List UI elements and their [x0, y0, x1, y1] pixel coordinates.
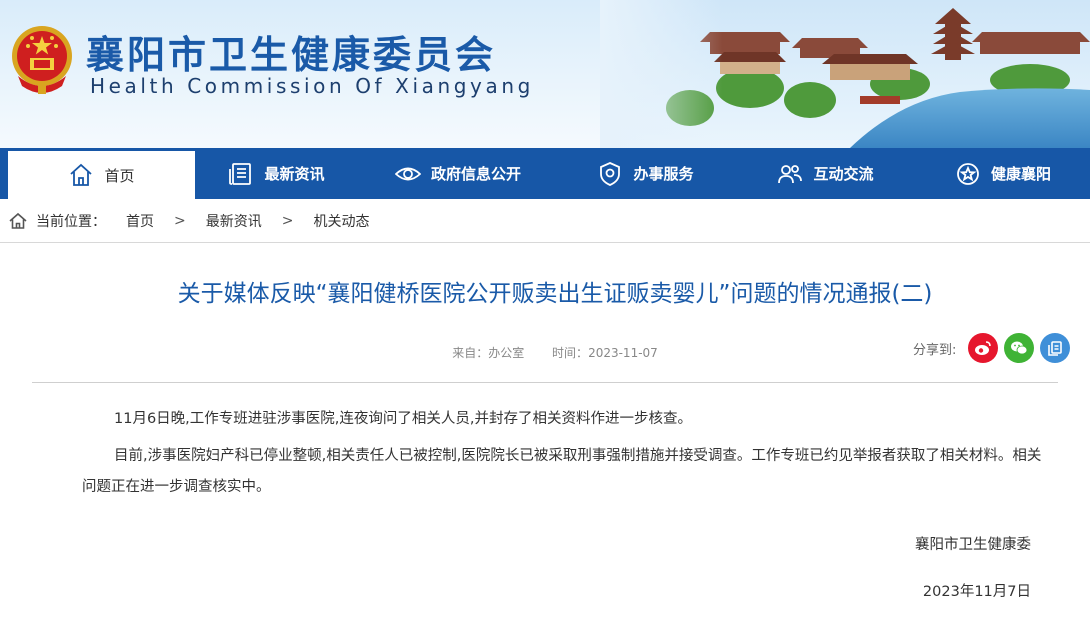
nav-item-services[interactable]: 办事服务 [558, 148, 733, 199]
star-badge-icon [957, 162, 979, 185]
home-icon [70, 163, 93, 186]
main-nav: 首页 最新资讯 政府信息公开 办事服务 互动交流 健康襄阳 [0, 148, 1090, 199]
nav-label-home: 首页 [104, 166, 135, 185]
share-copy-button[interactable] [1040, 333, 1071, 363]
breadcrumb: 当前位置： 首页 > 最新资讯 > 机关动态 [0, 199, 1090, 243]
article-paragraph: 11月6日晚,工作专班进驻涉事医院,连夜询问了相关人员,并封存了相关资料作进一步… [114, 411, 692, 427]
wechat-icon [1011, 341, 1028, 355]
shield-icon [600, 161, 621, 186]
article-signature: 襄阳市卫生健康委 [915, 537, 1031, 553]
article-body: 11月6日晚,工作专班进驻涉事医院,连夜询问了相关人员,并封存了相关资料作进一步… [82, 404, 1042, 509]
nav-item-home[interactable]: 首页 [8, 148, 195, 199]
breadcrumb-agency-news-link[interactable]: 机关动态 [313, 211, 369, 231]
share-bar: 分享到: [913, 333, 1071, 363]
copy-icon [1048, 341, 1063, 356]
article-time: 时间：2023-11-07 [552, 346, 658, 360]
users-icon [778, 164, 803, 183]
article-divider [32, 382, 1058, 383]
article-date: 2023年11月7日 [922, 584, 1031, 600]
city-scenery-banner [600, 0, 1090, 148]
breadcrumb-separator: > [281, 212, 294, 229]
nav-item-gov-info[interactable]: 政府信息公开 [358, 148, 558, 199]
breadcrumb-home-link[interactable]: 首页 [126, 211, 154, 231]
nav-label-services: 办事服务 [633, 165, 694, 183]
nav-item-news[interactable]: 最新资讯 [195, 148, 358, 199]
breadcrumb-prefix: 当前位置： [36, 213, 106, 230]
nav-label-healthy-xiangyang: 健康襄阳 [990, 165, 1051, 183]
site-header: 襄阳市卫生健康委员会 Health Commission Of Xiangyan… [0, 0, 1090, 148]
breadcrumb-separator: > [174, 212, 186, 229]
share-wechat-button[interactable] [1004, 333, 1035, 363]
article-source: 来自：办公室 [452, 346, 525, 360]
nav-label-gov-info: 政府信息公开 [430, 165, 521, 183]
news-icon [229, 162, 252, 185]
home-icon [9, 212, 27, 229]
national-emblem-icon [12, 26, 72, 94]
weibo-icon [975, 341, 992, 355]
article-paragraph: 目前,涉事医院妇产科已停业整顿,相关责任人已被控制,医院院长已被采取刑事强制措施… [82, 448, 1042, 495]
nav-label-news: 最新资讯 [264, 165, 325, 183]
article-title: 关于媒体反映“襄阳健桥医院公开贩卖出生证贩卖婴儿”问题的情况通报(二) [177, 281, 933, 307]
nav-label-interaction: 互动交流 [813, 165, 874, 183]
share-weibo-button[interactable] [968, 333, 999, 363]
site-title: 襄阳市卫生健康委员会 [86, 33, 497, 77]
site-subtitle: Health Commission Of Xiangyang [90, 74, 534, 98]
eye-icon [394, 167, 421, 180]
nav-item-healthy-xiangyang[interactable]: 健康襄阳 [918, 148, 1088, 199]
nav-item-interaction[interactable]: 互动交流 [733, 148, 918, 199]
share-label: 分享到: [913, 342, 957, 358]
breadcrumb-news-link[interactable]: 最新资讯 [206, 211, 262, 231]
